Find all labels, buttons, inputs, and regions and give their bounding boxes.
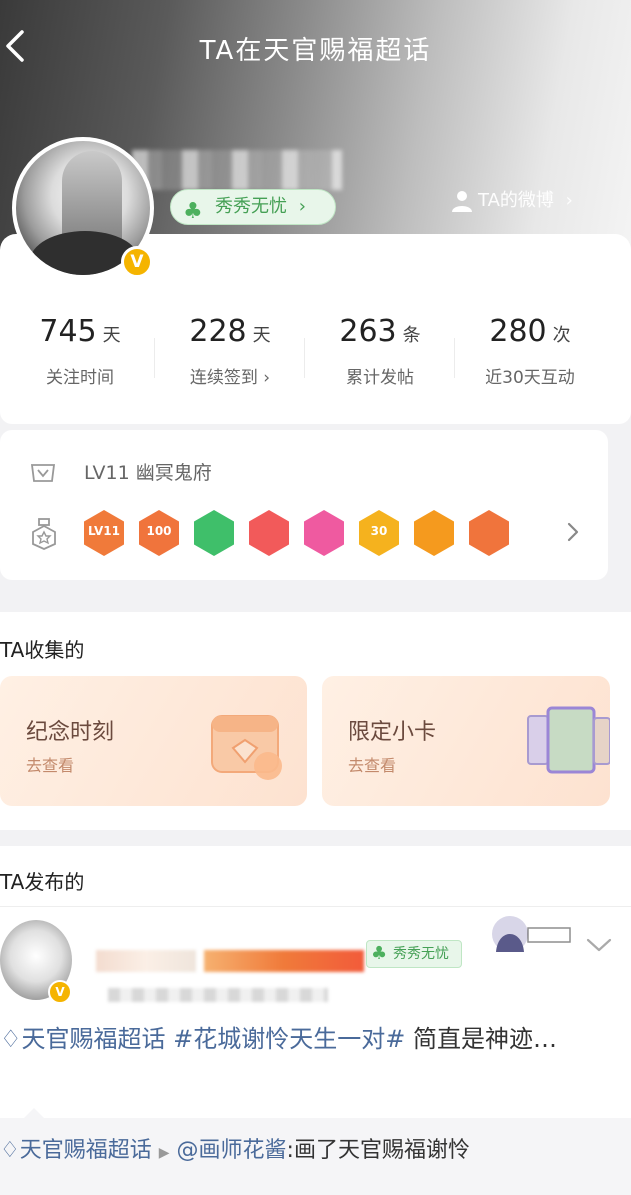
section-title: TA收集的 <box>0 638 85 662</box>
author-tag-blurred <box>204 950 364 972</box>
person-icon <box>452 191 472 212</box>
calendar-gift-icon <box>211 715 282 780</box>
stat-value: 745 <box>39 314 97 349</box>
30-days-badge[interactable]: 30 <box>357 510 401 556</box>
weibo-link[interactable]: TA的微博 › <box>450 186 573 216</box>
stat-label: 近30天互动 <box>485 368 575 388</box>
author-name-blurred <box>96 950 196 972</box>
page-title: TA在天官赐福超话 <box>199 36 432 66</box>
decoration-avatar-icon <box>492 916 571 952</box>
diamond-icon: ♢ <box>0 1025 22 1053</box>
post-body: 简直是神迹… <box>405 1025 558 1053</box>
memorial-moment-card[interactable]: 纪念时刻 去查看 <box>0 676 307 806</box>
lv11-badge[interactable]: LV11 <box>82 510 126 556</box>
level-row: LV11 幽冥鬼府 <box>30 458 212 488</box>
badge-shape <box>249 510 289 556</box>
verified-icon: V <box>121 246 153 278</box>
trophy-badge[interactable] <box>247 510 291 556</box>
chevron-down-icon[interactable] <box>584 936 614 956</box>
badge-shape <box>304 510 344 556</box>
supertopic-link[interactable]: ♢天官赐福超话 <box>0 1025 166 1053</box>
badge-label: 100 <box>146 524 172 538</box>
supertopic-link[interactable]: ♢天官赐福超话 <box>0 1138 152 1163</box>
weibo-link-label: TA的微博 <box>478 190 554 211</box>
stat-unit: 天 <box>102 325 121 346</box>
user-name-blurred <box>132 150 342 190</box>
stat-interactions: 280 次 近30天互动 <box>454 314 606 388</box>
post-content[interactable]: ♢天官赐福超话 #花城谢怜天生一对# 简直是神迹… <box>0 1020 600 1058</box>
stat-checkin[interactable]: 228 天 连续签到 › <box>154 314 306 388</box>
card-link: 去查看 <box>26 756 75 775</box>
post-time-blurred <box>108 988 328 1002</box>
stat-value: 263 <box>339 314 397 349</box>
verified-icon: V <box>48 980 72 1004</box>
badge-shape <box>469 510 509 556</box>
face-badge[interactable] <box>412 510 456 556</box>
stat-value: 228 <box>189 314 247 349</box>
badge-label: LV11 <box>88 524 120 538</box>
stat-label: 累计发帖 <box>346 368 414 388</box>
repost-body: :画了天官赐福谢怜 <box>286 1138 470 1163</box>
rock-badge[interactable] <box>467 510 511 556</box>
clover-icon: ♣ <box>183 199 203 224</box>
stat-unit: 次 <box>552 325 571 346</box>
fan-badge[interactable]: ♣ 秀秀无忧 › <box>170 189 336 225</box>
badge-shape <box>194 510 234 556</box>
cap-badge[interactable] <box>302 510 346 556</box>
photo-cards-icon <box>527 706 610 774</box>
stat-label: 连续签到 › <box>189 368 271 388</box>
badge-label: 30 <box>370 524 388 538</box>
chevron-right-icon: › <box>298 196 306 217</box>
divider <box>0 906 631 907</box>
post-fan-badge[interactable]: ♣ 秀秀无忧 <box>366 940 462 968</box>
badge-shape <box>414 510 454 556</box>
stat-label: 关注时间 <box>46 368 114 388</box>
diamond-icon: ♢ <box>0 1138 20 1163</box>
stat-posts: 263 条 累计发帖 <box>304 314 456 388</box>
fan-badge-label: 秀秀无忧 <box>393 946 449 962</box>
crown-icon <box>30 464 56 482</box>
hashtag-link[interactable]: #花城谢怜天生一对# <box>173 1025 405 1053</box>
stat-value: 280 <box>489 314 547 349</box>
fan-badge-label: 秀秀无忧 <box>215 196 287 217</box>
card-link: 去查看 <box>348 756 397 775</box>
profile-page: TA在天官赐福超话 ♣ 秀秀无忧 › TA的微博 › 745 天 关注时间 228… <box>0 0 631 1195</box>
clover-icon: ♣ <box>371 943 388 964</box>
section-title: TA发布的 <box>0 870 85 894</box>
repost-block[interactable]: ♢天官赐福超话 ▶ @画师花酱:画了天官赐福谢怜 <box>0 1108 631 1195</box>
limited-card-card[interactable]: 限定小卡 去查看 <box>322 676 610 806</box>
level-card[interactable]: LV11 幽冥鬼府 LV11 100 30 <box>0 430 608 580</box>
stat-unit: 天 <box>252 325 271 346</box>
card-title: 限定小卡 <box>348 720 437 745</box>
play-icon: ▶ <box>158 1145 170 1161</box>
stat-unit: 条 <box>402 325 421 346</box>
stat-follow-time: 745 天 关注时间 <box>4 314 156 388</box>
repost-content: ♢天官赐福超话 ▶ @画师花酱:画了天官赐福谢怜 <box>0 1134 600 1170</box>
chevron-right-icon: › <box>257 368 271 388</box>
level-text: LV11 幽冥鬼府 <box>84 462 212 484</box>
card-title: 纪念时刻 <box>26 720 115 745</box>
100-days-badge[interactable]: 100 <box>137 510 181 556</box>
hand-badge[interactable] <box>192 510 236 556</box>
medal-icon <box>32 518 56 550</box>
chevron-right-icon: › <box>565 190 573 211</box>
chevron-right-icon[interactable] <box>563 518 583 546</box>
repost-user-link[interactable]: @画师花酱 <box>177 1138 287 1163</box>
repost-pointer <box>24 1108 44 1118</box>
